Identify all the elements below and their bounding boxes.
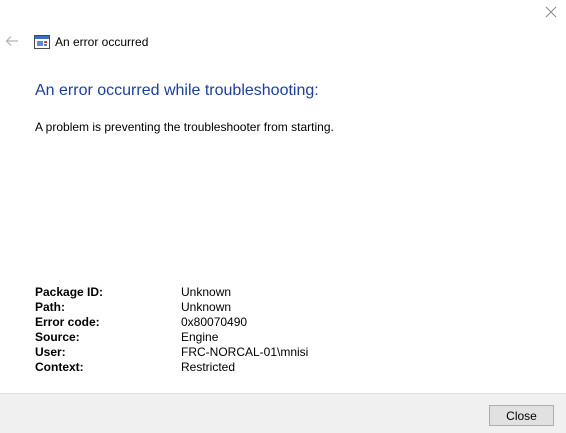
error-description: A problem is preventing the troubleshoot… <box>35 120 334 134</box>
detail-label: User: <box>35 345 66 359</box>
detail-row-error-code: Error code: 0x80070490 <box>35 315 308 330</box>
window-title: An error occurred <box>55 35 149 49</box>
detail-label: Package ID: <box>35 285 104 299</box>
troubleshooter-window-icon <box>34 35 50 49</box>
back-arrow-icon[interactable] <box>3 32 21 50</box>
detail-label: Source: <box>35 330 80 344</box>
window-title-bar: An error occurred <box>34 33 148 51</box>
detail-value: Unknown <box>181 300 232 314</box>
detail-row-context: Context: Restricted <box>35 360 308 375</box>
close-icon[interactable] <box>538 0 564 24</box>
detail-row-source: Source: Engine <box>35 330 308 345</box>
detail-row-user: User: FRC-NORCAL-01\mnisi <box>35 345 308 360</box>
detail-label: Path: <box>35 300 65 314</box>
detail-value: Engine <box>181 330 219 344</box>
close-button[interactable]: Close <box>489 405 554 426</box>
detail-value: Restricted <box>181 360 236 374</box>
dialog-footer: Close <box>0 393 566 433</box>
detail-row-path: Path: Unknown <box>35 300 308 315</box>
error-details: Package ID: Unknown Path: Unknown Error … <box>35 285 308 375</box>
detail-row-package-id: Package ID: Unknown <box>35 285 308 300</box>
detail-value: 0x80070490 <box>181 315 248 329</box>
detail-value: Unknown <box>181 285 232 299</box>
detail-label: Error code: <box>35 315 100 329</box>
error-heading: An error occurred while troubleshooting: <box>35 82 319 99</box>
detail-label: Context: <box>35 360 84 374</box>
detail-value: FRC-NORCAL-01\mnisi <box>181 345 309 359</box>
troubleshooter-dialog: An error occurred An error occurred whil… <box>0 0 566 433</box>
